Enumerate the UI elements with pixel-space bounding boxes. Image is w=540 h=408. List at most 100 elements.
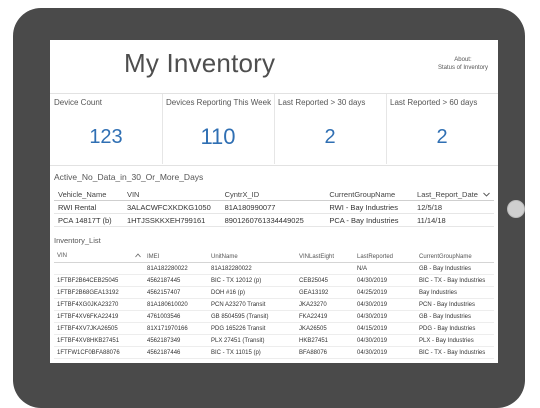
table-row[interactable]: RWI Rental 3ALACWFCXKDKG1050 81A18099007…	[54, 200, 494, 214]
kpi-cards: Device Count 123 Devices Reporting This …	[50, 94, 498, 165]
cell: BFA88076	[296, 346, 354, 359]
cell	[54, 262, 144, 275]
caret-up-icon	[135, 253, 141, 260]
divider	[50, 165, 498, 166]
cell: 4562187349	[144, 334, 208, 347]
card-device-count[interactable]: Device Count 123	[50, 94, 163, 164]
card-reporting-this-week[interactable]: Devices Reporting This Week 110	[162, 94, 275, 164]
cell: 81A182280022	[208, 262, 296, 275]
table-row[interactable]: 1FTBF2B64CEB25045 4562187445 BIC - TX 1201…	[54, 274, 494, 287]
cell: 04/30/2019	[354, 310, 416, 323]
column-header-sorted[interactable]: VIN	[54, 251, 144, 263]
about-box: About: Status of Inventory	[438, 56, 488, 72]
table-header-row: VIN IMEI UnitName VINLastEight LastRepor…	[54, 251, 494, 263]
about-text: Status of Inventory	[437, 65, 488, 71]
cell: 12/5/18	[413, 200, 494, 214]
cell: 11/14/18	[413, 213, 494, 227]
cell: 4761003546	[144, 310, 208, 323]
card-value: 2	[324, 126, 336, 148]
column-header[interactable]: CurrentGroupName	[325, 188, 414, 201]
column-header[interactable]: VIN	[122, 188, 221, 201]
card-label: Devices Reporting This Week	[166, 98, 272, 107]
column-header[interactable]: VINLastEight	[296, 251, 354, 263]
cell: 04/15/2019	[354, 322, 416, 335]
column-header-label: Last_Report_Date	[417, 189, 478, 199]
column-header[interactable]: LastReported	[354, 251, 416, 263]
cell: 4562187446	[144, 346, 208, 359]
cell: 1FTBF2B68GEA13192	[54, 286, 144, 299]
card-label: Last Reported > 30 days	[278, 98, 366, 107]
cell: 4562157407	[144, 286, 208, 299]
cell: 81A180990077	[220, 200, 326, 214]
table-row[interactable]: PCA 14817T (b) 1HTJSSKKXEH799161 8901260…	[54, 213, 494, 227]
card-last-reported-60[interactable]: Last Reported > 60 days 2	[386, 94, 498, 164]
cell: 04/30/2019	[354, 334, 416, 347]
chevron-down-icon	[483, 190, 490, 199]
table-row[interactable]: 1FTBF4XV7JKA26505 81X171970166 PDG 165226 …	[54, 322, 494, 335]
column-header[interactable]: IMEI	[144, 251, 208, 263]
active-no-data-table: Vehicle_Name VIN CyntrX_ID CurrentGroupN…	[54, 188, 494, 227]
cell: 4562187445	[144, 274, 208, 287]
inventory-list-table: VIN IMEI UnitName VINLastEight LastRepor…	[54, 251, 494, 359]
cell: PDG 165226 Transit	[208, 322, 296, 335]
card-label: Last Reported > 60 days	[390, 98, 478, 107]
cell: PDG - Bay Industries	[416, 322, 494, 335]
inventory-table-title: Inventory_List	[54, 236, 101, 245]
cell: RWI Rental	[54, 200, 123, 214]
cell: BIC - TX - Bay Industries	[416, 274, 494, 287]
cell: 8901260761334449025	[220, 213, 326, 227]
cell: BIC - TX 11015 (p)	[208, 346, 296, 359]
cell: BIC - TX - Bay Industries	[416, 346, 494, 359]
table-row[interactable]: 81A182280022 81A182280022 N/A GB - Bay Indu…	[54, 262, 494, 275]
card-value: 123	[89, 126, 123, 148]
card-value: 2	[436, 126, 448, 148]
cell: 1FTBF4XG0JKA23270	[54, 298, 144, 311]
cell: 1FTBF2B64CEB25045	[54, 274, 144, 287]
cell: 04/30/2019	[354, 274, 416, 287]
column-header-sorted[interactable]: Last_Report_Date	[413, 188, 494, 201]
cell: 04/25/2019	[354, 286, 416, 299]
cell: 81A180610020	[144, 298, 208, 311]
cell: FKA22419	[296, 310, 354, 323]
cell: 1FTBF4XV6FKA22419	[54, 310, 144, 323]
card-last-reported-30[interactable]: Last Reported > 30 days 2	[274, 94, 387, 164]
cell: GB 8504595 (Transit)	[208, 310, 296, 323]
card-label: Device Count	[54, 98, 103, 107]
cell: 1HTJSSKKXEH799161	[122, 213, 221, 227]
cell: 1FTBF4XV7JKA26505	[54, 322, 144, 335]
cell: JKA23270	[296, 298, 354, 311]
cell: 1FTFW1CF0BFA88076	[54, 346, 144, 359]
table-row[interactable]: 1FTBF4XV8HKB27451 4562187349 PLX 27451 (Tr…	[54, 334, 494, 347]
table-row[interactable]: 1FTBF4XV6FKA22419 4761003546 GB 8504595 (T…	[54, 310, 494, 323]
cell: PLX 27451 (Transit)	[208, 334, 296, 347]
table-header-row: Vehicle_Name VIN CyntrX_ID CurrentGroupN…	[54, 188, 494, 201]
cell: RWI - Bay Industries	[325, 200, 414, 214]
cell: DOH #16 (p)	[208, 286, 296, 299]
report-screen: My Inventory About: Status of Inventory …	[50, 40, 498, 363]
column-header[interactable]: Vehicle_Name	[54, 188, 123, 201]
cell: PCN - Bay Industries	[416, 298, 494, 311]
cell: 3ALACWFCXKDKG1050	[122, 200, 221, 214]
cell: 04/30/2019	[354, 346, 416, 359]
cell: 04/30/2019	[354, 298, 416, 311]
table-row[interactable]: 1FTFW1CF0BFA88076 4562187446 BIC - TX 1101…	[54, 346, 494, 359]
cell: GEA13192	[296, 286, 354, 299]
home-button[interactable]	[507, 200, 525, 218]
column-header[interactable]: UnitName	[208, 251, 296, 263]
cell: JKA26505	[296, 322, 354, 335]
active-table-title: Active_No_Data_in_30_Or_More_Days	[54, 172, 204, 182]
cell: BIC - TX 12012 (p)	[208, 274, 296, 287]
cell: CEB25045	[296, 274, 354, 287]
column-header[interactable]: CyntrX_ID	[220, 188, 326, 201]
column-header[interactable]: CurrentGroupName	[416, 251, 494, 263]
cell: PCN A23270 Transit	[208, 298, 296, 311]
table-row[interactable]: 1FTBF4XG0JKA23270 81A180610020 PCN A23270 …	[54, 298, 494, 311]
cell: GB - Bay Industries	[416, 262, 494, 275]
about-label: About:	[454, 57, 472, 63]
cell: PLX - Bay Industries	[416, 334, 494, 347]
cell: Bay Industries	[416, 286, 494, 299]
page-title: My Inventory	[124, 48, 276, 78]
cell: N/A	[354, 262, 416, 275]
cell: PCA 14817T (b)	[54, 213, 123, 227]
table-row[interactable]: 1FTBF2B68GEA13192 4562157407 DOH #16 (p) GE…	[54, 286, 494, 299]
